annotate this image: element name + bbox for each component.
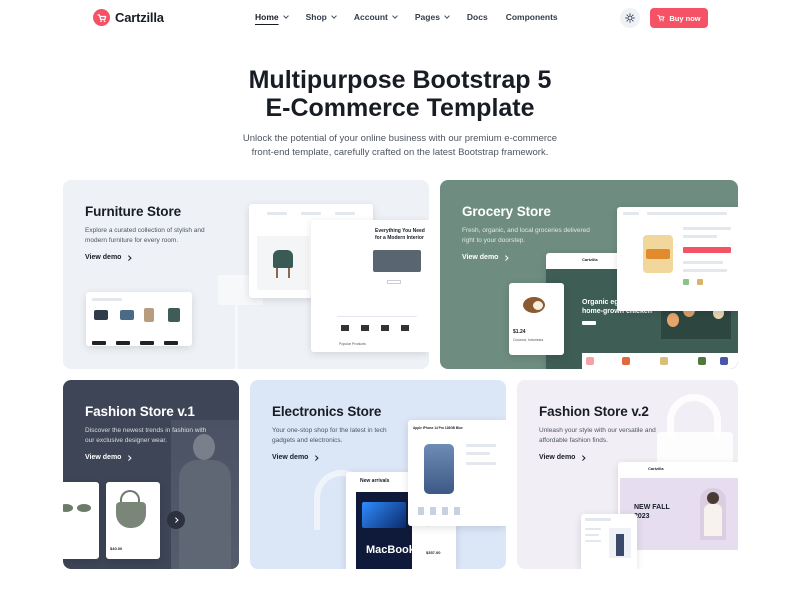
nav-item-account[interactable]: Account xyxy=(353,12,398,22)
chevron-down-icon xyxy=(392,13,398,19)
product-title: Apple iPhone 14 Pro 128GB Blue xyxy=(413,426,463,430)
link-label: View demo xyxy=(272,454,309,461)
mock-brand: Cartzilla xyxy=(648,466,664,471)
nav-label: Components xyxy=(505,12,558,22)
hero-title-line2: E-Commerce Template xyxy=(265,94,535,122)
buy-now-button[interactable]: Buy now xyxy=(650,8,708,28)
nav-item-components[interactable]: Components xyxy=(506,12,558,22)
card-title: Electronics Store xyxy=(272,404,382,419)
brand-logo[interactable]: Cartzilla xyxy=(93,9,164,26)
banner-text: NEW FALL 2023 xyxy=(634,504,670,520)
cart-icon xyxy=(657,15,665,22)
demo-card-grocery[interactable]: Grocery Store Fresh, organic, and local … xyxy=(440,180,738,369)
nav-item-home[interactable]: Home xyxy=(255,12,289,22)
chevron-down-icon xyxy=(444,13,450,19)
view-demo-link[interactable]: View demo xyxy=(272,454,319,461)
mock-brand: Cartzilla xyxy=(582,257,598,262)
chevron-right-icon xyxy=(126,455,132,460)
nav-label: Home xyxy=(255,12,279,22)
carousel-next-button[interactable] xyxy=(167,511,185,529)
card-title: Furniture Store xyxy=(85,204,182,219)
view-demo-link[interactable]: View demo xyxy=(85,454,132,461)
demo-card-furniture[interactable]: Furniture Store Explore a curated collec… xyxy=(63,180,429,369)
mock-iphone-page: Apple iPhone 14 Pro 128GB Blue xyxy=(408,420,506,526)
card-title: Grocery Store xyxy=(462,204,551,219)
chevron-right-icon xyxy=(173,517,179,523)
nav-label: Shop xyxy=(305,12,327,22)
cart-logo-icon xyxy=(93,9,110,26)
card-description: Your one-stop shop for the latest in tec… xyxy=(272,427,387,444)
link-label: View demo xyxy=(462,254,499,261)
price-2: $357.00 xyxy=(426,550,441,555)
nav-label: Account xyxy=(353,12,388,22)
mock-bag-card: $40.00 xyxy=(106,482,160,559)
nav-item-docs[interactable]: Docs xyxy=(467,12,488,22)
theme-toggle-button[interactable] xyxy=(620,8,640,28)
chevron-down-icon xyxy=(331,13,337,19)
brand-name: Cartzilla xyxy=(115,10,164,25)
site-header: Cartzilla Home Shop Account Pages Docs C… xyxy=(0,0,800,36)
handbag-image xyxy=(667,394,721,436)
link-label: View demo xyxy=(85,454,122,461)
chevron-right-icon xyxy=(503,255,509,260)
hero-title-line1: Multipurpose Bootstrap 5 xyxy=(248,66,552,94)
lamp-stand xyxy=(235,305,238,369)
view-demo-link[interactable]: View demo xyxy=(539,454,586,461)
product-price: $40.00 xyxy=(110,546,123,551)
link-label: View demo xyxy=(85,254,122,261)
demo-card-fashion-v2[interactable]: Fashion Store v.2 Unleash your style wit… xyxy=(517,380,738,569)
mock-caption: Popular Products xyxy=(339,342,366,346)
laptop-title: MacBook xyxy=(366,544,415,556)
mock-catalog-page xyxy=(581,514,637,569)
chevron-right-icon xyxy=(580,455,586,460)
mock-product-card: $1.24 Coconut, Indonesia xyxy=(509,283,564,355)
card-description: Unleash your style with our versatile an… xyxy=(539,427,656,444)
mock-product-list xyxy=(86,292,192,346)
nav-label: Pages xyxy=(414,12,440,22)
mock-sunglasses-card xyxy=(63,482,99,559)
chevron-down-icon xyxy=(282,13,289,19)
mock-headline: Everything You Need for a Modern Interio… xyxy=(375,228,425,241)
card-title: Fashion Store v.2 xyxy=(539,404,649,419)
mock-interior-page: Everything You Need for a Modern Interio… xyxy=(311,220,429,352)
buy-now-label: Buy now xyxy=(669,13,701,23)
section-title: New arrivals xyxy=(360,478,390,484)
nav-item-pages[interactable]: Pages xyxy=(414,12,450,22)
link-label: View demo xyxy=(539,454,576,461)
nav-label: Docs xyxy=(466,12,488,22)
main-nav: Home Shop Account Pages Docs Components xyxy=(255,12,576,22)
chevron-right-icon xyxy=(126,255,132,260)
card-description: Fresh, organic, and local groceries deli… xyxy=(462,227,590,244)
hero-title: Multipurpose Bootstrap 5 E-Commerce Temp… xyxy=(0,66,800,122)
chevron-right-icon xyxy=(313,455,319,460)
view-demo-link[interactable]: View demo xyxy=(85,254,132,261)
demo-card-electronics[interactable]: Electronics Store Your one-stop shop for… xyxy=(250,380,506,569)
sun-icon xyxy=(625,13,635,23)
product-name: Coconut, Indonesia xyxy=(513,338,544,342)
product-price: $1.24 xyxy=(513,329,526,335)
card-description: Explore a curated collection of stylish … xyxy=(85,227,205,244)
card-description: Discover the newest trends in fashion wi… xyxy=(85,427,207,444)
view-demo-link[interactable]: View demo xyxy=(462,254,509,261)
mock-product-detail xyxy=(617,207,738,311)
card-title: Fashion Store v.1 xyxy=(85,404,195,419)
hero-subtitle: Unlock the potential of your online busi… xyxy=(242,133,558,158)
nav-item-shop[interactable]: Shop xyxy=(305,12,337,22)
demo-card-fashion-v1[interactable]: Fashion Store v.1 Discover the newest tr… xyxy=(63,380,239,569)
